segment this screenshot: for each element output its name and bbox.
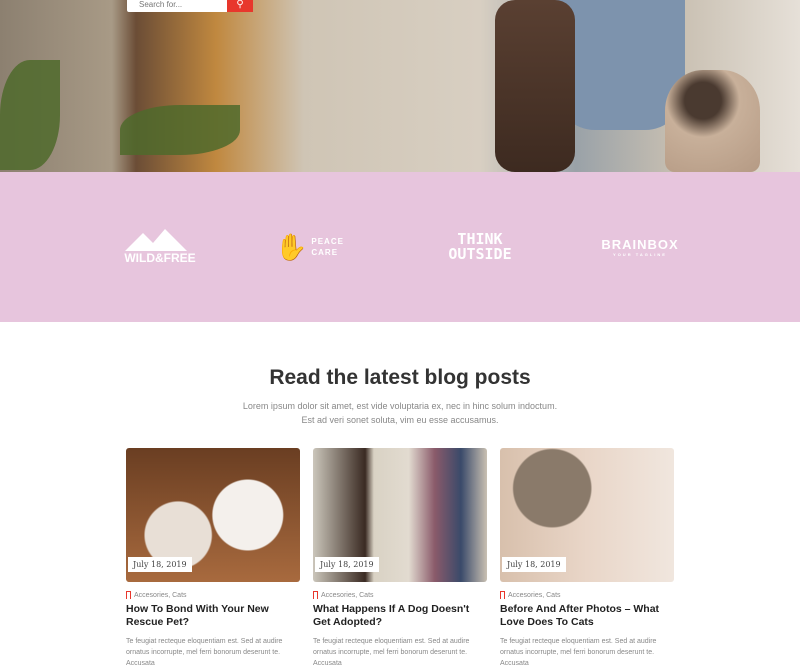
hand-icon: ✋ <box>275 231 308 262</box>
plant-decoration <box>0 60 60 170</box>
search-input[interactable]: Search for... <box>127 0 227 12</box>
post-categories[interactable]: Accesories, Cats <box>508 592 561 599</box>
partner-logos: WILD&FREE ✋ PEACE CARE THINK OUTSIDE BRAI… <box>0 172 800 322</box>
post-categories[interactable]: Accesories, Cats <box>134 592 187 599</box>
post-excerpt: Te feugiat recteque eloquentiam est. Sed… <box>500 638 657 667</box>
cat-photo <box>665 70 760 172</box>
section-title: Read the latest blog posts <box>269 366 531 389</box>
post-date: July 18, 2019 <box>315 557 379 572</box>
blog-section: Read the latest blog posts Lorem ipsum d… <box>0 322 800 669</box>
post-title[interactable]: How To Bond With Your New Rescue Pet? <box>126 603 300 628</box>
blog-card[interactable]: July 18, 2019 Accesories, Cats What Happ… <box>313 448 487 669</box>
post-image-puppies[interactable]: July 18, 2019 <box>126 448 300 582</box>
post-image-dog[interactable]: July 18, 2019 <box>313 448 487 582</box>
post-excerpt: Te feugiat recteque eloquentiam est. Sed… <box>313 638 470 667</box>
post-date: July 18, 2019 <box>502 557 566 572</box>
mountain-icon <box>125 229 187 251</box>
hero-image: Search for... ⚲ <box>0 0 800 172</box>
logo-brainbox: BRAINBOX YOUR TAGLINE <box>601 237 679 257</box>
logo-wild-free: WILD&FREE <box>115 229 205 265</box>
section-subtitle: Lorem ipsum dolor sit amet, est vide vol… <box>242 401 558 425</box>
post-title[interactable]: What Happens If A Dog Doesn't Get Adopte… <box>313 603 487 628</box>
post-categories[interactable]: Accesories, Cats <box>321 592 374 599</box>
post-image-cat[interactable]: July 18, 2019 <box>500 448 674 582</box>
logo-peace-care: ✋ PEACE CARE <box>275 231 344 262</box>
logo-think-outside: THINK OUTSIDE <box>448 230 512 263</box>
post-title[interactable]: Before And After Photos – What Love Does… <box>500 603 674 628</box>
bookmark-icon <box>500 591 505 599</box>
post-date: July 18, 2019 <box>128 557 192 572</box>
blog-card[interactable]: July 18, 2019 Accesories, Cats Before An… <box>500 448 674 669</box>
plant-decoration <box>120 105 240 155</box>
search-icon: ⚲ <box>236 0 244 10</box>
bookmark-icon <box>313 591 318 599</box>
bookmark-icon <box>126 591 131 599</box>
post-excerpt: Te feugiat recteque eloquentiam est. Sed… <box>126 638 283 667</box>
blog-card[interactable]: July 18, 2019 Accesories, Cats How To Bo… <box>126 448 300 669</box>
search-bar: Search for... ⚲ <box>127 0 253 12</box>
dog-photo <box>495 0 575 172</box>
search-button[interactable]: ⚲ <box>227 0 253 12</box>
